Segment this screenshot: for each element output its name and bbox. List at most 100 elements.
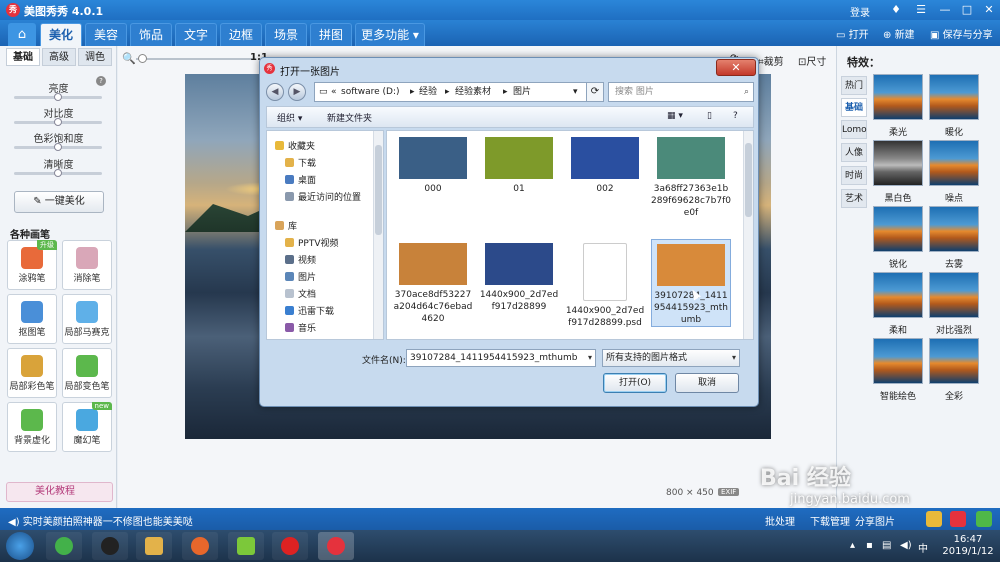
tray-icon[interactable]: ▪ [866,540,873,551]
tab-beautify[interactable]: 美化 [40,23,82,46]
address-bar[interactable]: ▭ « software (D:) ▸ 经验 ▸ 经验素材 ▸ 图片 ▾ [314,82,594,102]
subtab-basic[interactable]: 基础 [6,48,40,66]
new-button[interactable]: ⊕ 新建 [883,26,915,41]
exif-button[interactable]: EXIF [718,488,740,496]
cutout-tool[interactable]: 抠图笔 [7,294,57,344]
promo-link[interactable]: ◀) 实时美颜拍照神器一不修图也能美美哒 [8,513,193,528]
organize-menu[interactable]: 组织 ▾ [277,111,302,124]
magic-brush-tool[interactable]: 魔幻笔 new [62,402,112,452]
tab-accessories[interactable]: 饰品 [130,23,172,46]
home-icon[interactable]: ⌂ [8,23,36,46]
zoom-knob[interactable] [138,54,147,63]
back-button[interactable]: ◀ [266,83,284,101]
weibo-icon[interactable] [950,511,966,527]
slider-knob[interactable] [54,93,62,101]
tab-beauty[interactable]: 美容 [85,23,127,46]
tab-scene[interactable]: 场景 [265,23,307,46]
nav-recent[interactable]: 最近访问的位置 [285,190,361,203]
close-button[interactable]: ✕ [980,2,998,18]
taskbar-app-firefox[interactable] [182,532,218,560]
effect-black-white[interactable] [873,140,923,186]
breadcrumb-experience[interactable]: 经验 [419,83,437,101]
search-input[interactable]: 搜索 图片 ⌕ [608,82,754,102]
files-scrollbar[interactable] [743,131,753,339]
breadcrumb-pictures[interactable]: 图片 [513,83,531,101]
preview-pane-icon[interactable]: ▯ [707,111,712,121]
chevron-down-icon[interactable]: ▾ [573,83,578,101]
saturation-slider[interactable] [14,143,102,151]
effect-soft[interactable] [873,272,923,318]
resize-button[interactable]: ⊡尺寸 [798,53,826,68]
new-folder-button[interactable]: 新建文件夹 [327,111,372,124]
one-click-beautify-button[interactable]: ✎ 一键美化 [14,191,104,213]
nav-libraries[interactable]: 库 [275,219,297,232]
zoom-slider[interactable] [136,58,256,60]
view-options-icon[interactable]: ▦ ▾ [667,111,683,121]
effect-sharpen[interactable] [873,206,923,252]
local-color-tool[interactable]: 局部彩色笔 [7,348,57,398]
subtab-advanced[interactable]: 高级 [42,48,76,66]
effect-full-color[interactable] [929,338,979,384]
batch-process-button[interactable]: 批处理 [765,513,795,528]
tab-border[interactable]: 边框 [220,23,262,46]
category-lomo[interactable]: Lomo [841,120,867,139]
taskbar-app-browser[interactable] [46,532,82,560]
ime-icon[interactable]: 中 [918,540,928,555]
taskbar-app-recorder[interactable] [272,532,308,560]
slider-knob[interactable] [54,169,62,177]
effect-soft-light[interactable] [873,74,923,120]
file-item[interactable]: 1440x900_2d7edf917d28899.psd [565,243,645,329]
clock[interactable]: 16:47 2019/1/12 [940,534,996,558]
effect-noise[interactable] [929,140,979,186]
volume-icon[interactable]: ◀) [900,540,912,551]
subtab-color[interactable]: 调色 [78,48,112,66]
effect-high-contrast[interactable] [929,272,979,318]
nav-pictures[interactable]: 图片 [285,270,316,283]
skin-icon[interactable]: ♦ [887,2,905,18]
tab-text[interactable]: 文字 [175,23,217,46]
doodle-brush-tool[interactable]: 涂鸦笔 升级 [7,240,57,290]
crop-button[interactable]: ⌗裁剪 [758,53,784,68]
start-button[interactable] [6,532,34,560]
tray-expand-icon[interactable]: ▴ [850,540,855,551]
file-item-selected[interactable]: 39107284_1411954415923_mthumb [651,239,731,327]
category-fashion[interactable]: 时尚 [841,166,867,185]
login-link[interactable]: 登录 [850,4,870,19]
menu-icon[interactable]: ☰ [912,2,930,18]
eraser-tool[interactable]: 消除笔 [62,240,112,290]
open-file-button[interactable]: 打开(O) [603,373,667,393]
dialog-title-bar[interactable]: 秀 打开一张图片 ✕ [260,58,758,80]
file-item[interactable]: 1440x900_2d7edf917d28899 [479,243,559,313]
share-image-button[interactable]: 分享图片 [855,513,895,528]
network-icon[interactable]: ▤ [882,540,891,551]
chevron-down-icon[interactable]: ▾ [732,350,736,366]
tutorial-button[interactable]: 美化教程 [6,482,113,502]
dialog-close-button[interactable]: ✕ [716,59,756,76]
nav-pptv[interactable]: PPTV视频 [285,236,339,249]
nav-music[interactable]: 音乐 [285,321,316,334]
open-button[interactable]: ▭ 打开 [836,26,869,41]
sharpness-slider[interactable] [14,169,102,177]
local-recolor-tool[interactable]: 局部变色笔 [62,348,112,398]
category-art[interactable]: 艺术 [841,189,867,208]
file-item[interactable]: 01 [479,137,559,195]
nav-documents[interactable]: 文档 [285,287,316,300]
breadcrumb-drive[interactable]: software (D:) [341,83,400,101]
filename-input[interactable]: 39107284_1411954415923_mthumb ▾ [406,349,596,367]
contrast-slider[interactable] [14,118,102,126]
file-type-filter[interactable]: 所有支持的图片格式 ▾ [602,349,740,367]
tab-more[interactable]: 更多功能 ▾ [355,23,425,46]
scroll-thumb[interactable] [375,145,382,235]
chevron-down-icon[interactable]: ▾ [588,350,592,366]
nav-scrollbar[interactable] [373,131,383,339]
category-basic[interactable]: 基础 [841,98,867,117]
scroll-thumb[interactable] [745,143,752,217]
mosaic-tool[interactable]: 局部马赛克 [62,294,112,344]
category-portrait[interactable]: 人像 [841,143,867,162]
taskbar-app-meitu[interactable] [318,532,354,560]
breadcrumb-materials[interactable]: 经验素材 [455,83,491,101]
zoom-out-icon[interactable]: 🔍 [122,52,136,65]
category-hot[interactable]: 热门 [841,76,867,95]
brightness-slider[interactable] [14,93,102,101]
minimize-button[interactable]: — [936,2,954,18]
